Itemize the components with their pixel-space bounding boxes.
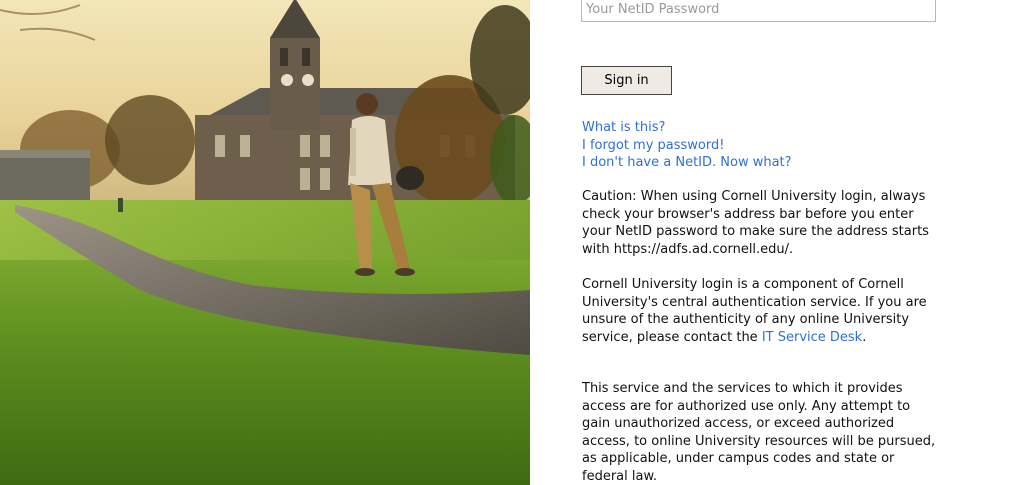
help-links: What is this? I forgot my password! I do… xyxy=(582,119,792,172)
caution-text: Caution: When using Cornell University l… xyxy=(582,189,929,257)
it-service-desk-link[interactable]: IT Service Desk xyxy=(762,330,862,345)
authorized-use-text: This service and the services to which i… xyxy=(582,381,936,484)
component-text: Cornell University login is a component … xyxy=(582,276,942,346)
what-is-this-link[interactable]: What is this? xyxy=(582,119,792,137)
component-text-after: . xyxy=(862,329,867,345)
campus-hero-image xyxy=(0,0,530,485)
login-panel: Sign in What is this? I forgot my passwo… xyxy=(530,0,1024,485)
no-netid-link[interactable]: I don't have a NetID. Now what? xyxy=(582,154,792,172)
netid-password-input[interactable] xyxy=(581,0,936,22)
forgot-password-link[interactable]: I forgot my password! xyxy=(582,137,792,155)
component-text-before: Cornell University login is a component … xyxy=(582,277,927,345)
sign-in-button[interactable]: Sign in xyxy=(581,66,672,95)
